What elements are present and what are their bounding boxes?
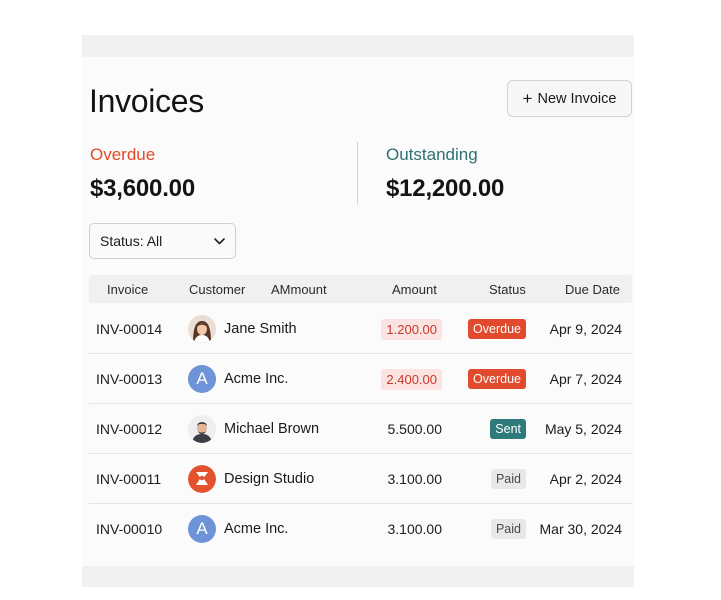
due-date: Apr 7, 2024 — [549, 370, 622, 387]
status-text: Paid — [490, 519, 526, 539]
header-due-date: Due Date — [565, 282, 620, 297]
overdue-label: Overdue — [90, 145, 156, 164]
overdue-value: $3,600.00 — [90, 175, 195, 202]
invoice-number: INV-00012 — [96, 420, 163, 437]
invoice-number: INV-00010 — [96, 521, 163, 537]
new-invoice-button[interactable]: + New Invoice — [507, 80, 632, 117]
chevron-down-icon — [213, 235, 225, 247]
plus-icon: + — [522, 89, 533, 108]
invoice-number: INV-00013 — [96, 370, 163, 387]
top-band — [82, 35, 634, 57]
header-amount: Amount — [392, 282, 437, 297]
invoice-number: INV-00014 — [96, 320, 163, 337]
status-text: Sent — [490, 418, 526, 439]
design-studio-logo-icon — [188, 464, 216, 493]
outstanding-summary: Outstanding $12,200.00 — [386, 145, 504, 203]
avatar — [188, 414, 216, 443]
header-ammount: AMmount — [271, 282, 327, 297]
customer-name: Michael Brown — [224, 420, 320, 437]
status-filter-value: Status: All — [100, 233, 163, 249]
overdue-summary: Overdue $3,600.00 — [90, 145, 195, 203]
customer-name: Jane Smith — [224, 320, 297, 337]
status-badge: Sent — [490, 418, 526, 439]
invoice-number: INV-00011 — [96, 470, 162, 487]
avatar: A — [188, 364, 216, 393]
table-row[interactable]: INV-00012 Michael Brown 5.500.00 Sent Ma… — [89, 404, 632, 454]
amount-value: 5.500.00 — [387, 420, 443, 437]
amount-text: 2.400.00 — [381, 368, 442, 390]
summary-divider — [357, 142, 358, 205]
avatar — [188, 314, 216, 343]
table-header: Invoice Customer AMmount Amount Status D… — [89, 275, 632, 303]
header-invoice: Invoice — [107, 282, 149, 297]
amount-text: 1.200.00 — [381, 318, 442, 340]
customer-name: Design Studio — [224, 470, 315, 487]
customer-name: Acme Inc. — [224, 521, 289, 537]
due-date: Apr 2, 2024 — [549, 470, 622, 487]
due-date: May 5, 2024 — [544, 420, 622, 437]
customer-name: Acme Inc. — [224, 370, 289, 387]
outstanding-value: $12,200.00 — [386, 175, 505, 202]
amount-value: 1.200.00 — [381, 318, 442, 340]
status-text: Paid — [490, 468, 526, 489]
outstanding-label: Outstanding — [386, 145, 478, 164]
status-badge: Paid — [490, 519, 526, 539]
amount-value: 2.400.00 — [381, 368, 442, 390]
invoices-panel: Invoices + New Invoice Overdue $3,600.00… — [82, 57, 634, 566]
status-badge: Overdue — [468, 318, 526, 339]
status-text: Overdue — [468, 368, 526, 389]
amount-value: 3.100.00 — [387, 470, 443, 487]
due-date: Mar 30, 2024 — [539, 521, 623, 537]
header-customer: Customer — [189, 282, 246, 297]
amount-value: 3.100.00 — [387, 521, 443, 537]
table-row[interactable]: INV-00011 Design Studio 3.100.00 Paid Ap… — [89, 454, 632, 504]
table-row[interactable]: INV-00010 A Acme Inc. 3.100.00 Paid Mar … — [89, 504, 632, 554]
bottom-band — [82, 566, 634, 587]
avatar: A — [188, 515, 216, 543]
due-date: Apr 9, 2024 — [549, 320, 622, 337]
header-status: Status — [489, 282, 526, 297]
new-invoice-label: New Invoice — [537, 90, 617, 107]
status-text: Overdue — [468, 318, 526, 339]
status-badge: Paid — [490, 468, 526, 489]
table-row[interactable]: INV-00014 Jane Smith 1.200.00 Overdue Ap… — [89, 304, 632, 354]
status-badge: Overdue — [468, 368, 526, 389]
status-filter-select[interactable]: Status: All — [89, 223, 236, 259]
page-title: Invoices — [89, 83, 204, 119]
table-row[interactable]: INV-00013 A Acme Inc. 2.400.00 Overdue A… — [89, 354, 632, 404]
